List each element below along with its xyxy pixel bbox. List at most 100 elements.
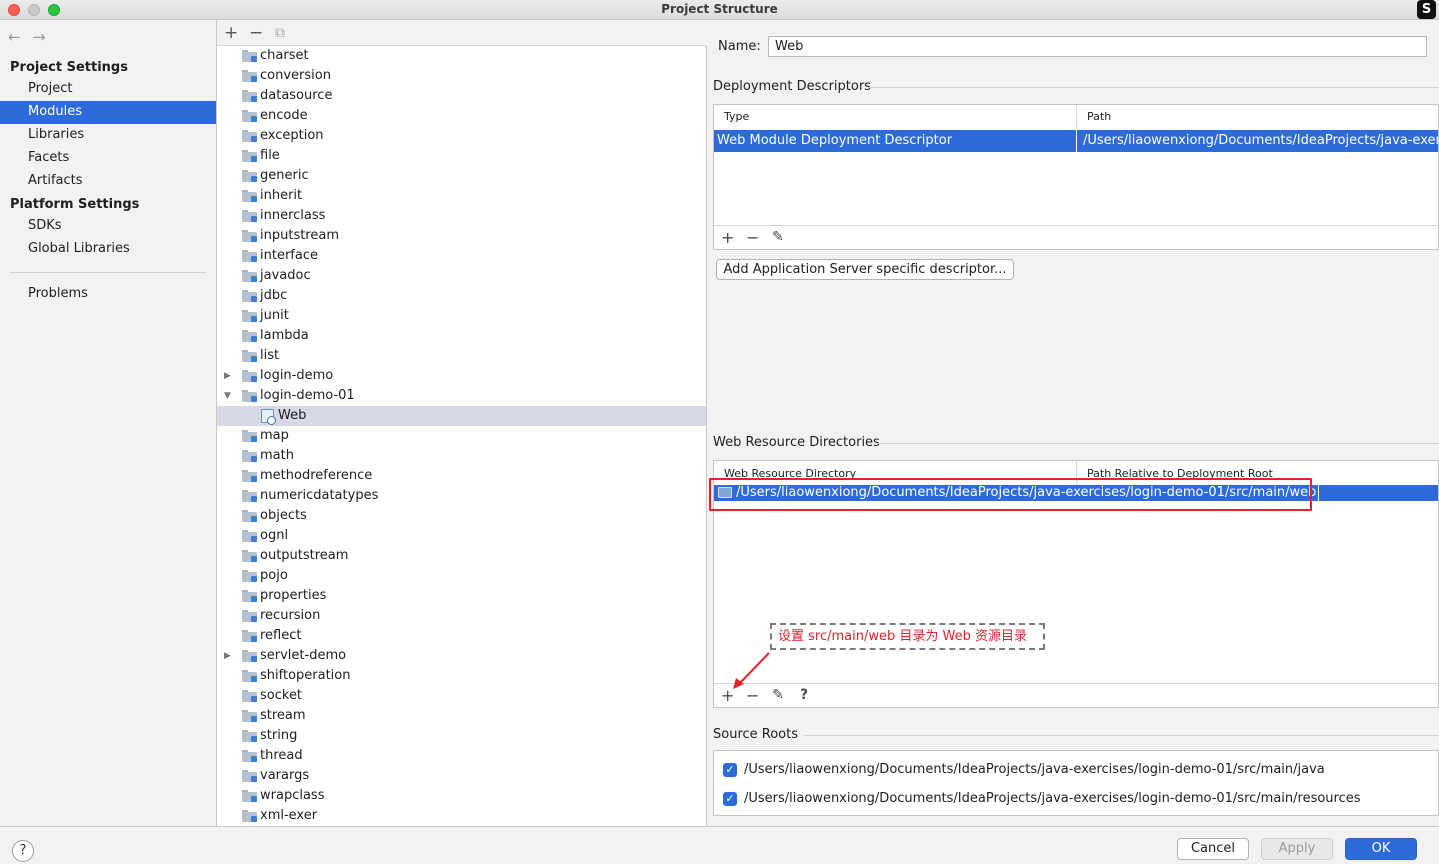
tree-row[interactable]: file: [217, 146, 706, 166]
edit-pencil-icon[interactable]: ✎: [772, 687, 784, 703]
tree-row-label: junit: [260, 308, 289, 323]
platform-settings-heading: Platform Settings: [10, 197, 140, 212]
sidebar-item-global-libraries[interactable]: Global Libraries: [0, 238, 216, 261]
remove-descriptor-icon[interactable]: −: [746, 228, 759, 247]
apply-button[interactable]: Apply: [1261, 838, 1333, 860]
sidebar-item-problems[interactable]: Problems: [0, 283, 216, 306]
copy-icon[interactable]: ⧉: [275, 25, 285, 41]
facet-name-field[interactable]: Web: [768, 36, 1427, 57]
add-server-descriptor-button[interactable]: Add Application Server specific descript…: [716, 259, 1014, 280]
tree-row[interactable]: ▶ login-demo: [217, 366, 706, 386]
sidebar-item-modules[interactable]: Modules: [0, 101, 216, 124]
collapsed-arrow-icon[interactable]: ▶: [224, 366, 231, 386]
tree-row[interactable]: wrapclass: [217, 786, 706, 806]
tree-row[interactable]: thread: [217, 746, 706, 766]
ok-button[interactable]: OK: [1345, 838, 1417, 860]
module-folder-icon: [242, 310, 257, 322]
tree-row[interactable]: string: [217, 726, 706, 746]
tree-row[interactable]: exception: [217, 126, 706, 146]
tree-row-label: recursion: [260, 608, 321, 623]
back-arrow-icon[interactable]: ←: [8, 28, 21, 46]
web-resource-directories-heading: Web Resource Directories: [713, 435, 880, 450]
forward-arrow-icon[interactable]: →: [33, 28, 46, 46]
tree-row[interactable]: ▼ login-demo-01: [217, 386, 706, 406]
app-logo-icon: S: [1417, 0, 1436, 19]
expanded-arrow-icon[interactable]: ▼: [224, 386, 231, 406]
tree-row[interactable]: Web: [217, 406, 706, 426]
module-folder-icon: [242, 210, 257, 222]
module-folder-icon: [242, 510, 257, 522]
edit-pencil-icon[interactable]: ✎: [772, 229, 784, 245]
tree-row[interactable]: encode: [217, 106, 706, 126]
collapsed-arrow-icon[interactable]: ▶: [224, 646, 231, 666]
column-header-type[interactable]: Type: [714, 105, 1076, 128]
tree-row[interactable]: generic: [217, 166, 706, 186]
tree-row[interactable]: innerclass: [217, 206, 706, 226]
tree-row[interactable]: jdbc: [217, 286, 706, 306]
settings-sidebar: ← → Project Settings Project Modules Lib…: [0, 20, 217, 826]
module-folder-icon: [242, 390, 257, 402]
add-icon[interactable]: +: [224, 23, 238, 43]
tree-row[interactable]: objects: [217, 506, 706, 526]
module-folder-icon: [242, 130, 257, 142]
tree-row[interactable]: lambda: [217, 326, 706, 346]
tree-row[interactable]: varargs: [217, 766, 706, 786]
cancel-button[interactable]: Cancel: [1177, 838, 1249, 860]
tree-row[interactable]: reflect: [217, 626, 706, 646]
column-header-path[interactable]: Path: [1077, 105, 1437, 128]
tree-row-label: generic: [260, 168, 309, 183]
tree-row[interactable]: inherit: [217, 186, 706, 206]
tree-row[interactable]: math: [217, 446, 706, 466]
tree-row[interactable]: pojo: [217, 566, 706, 586]
module-folder-icon: [242, 70, 257, 82]
sidebar-item-project[interactable]: Project: [0, 78, 216, 101]
tree-row[interactable]: xml-exer: [217, 806, 706, 826]
tree-row[interactable]: junit: [217, 306, 706, 326]
sidebar-item-sdks[interactable]: SDKs: [0, 215, 216, 238]
tree-row[interactable]: numericdatatypes: [217, 486, 706, 506]
source-root-checkbox[interactable]: ✓: [723, 763, 737, 777]
tree-row[interactable]: properties: [217, 586, 706, 606]
tree-row[interactable]: stream: [217, 706, 706, 726]
table-toolbar-divider: [714, 225, 1438, 226]
help-icon[interactable]: ?: [800, 687, 808, 703]
sidebar-item-artifacts[interactable]: Artifacts: [0, 170, 216, 193]
tree-row[interactable]: charset: [217, 46, 706, 66]
tree-row[interactable]: shiftoperation: [217, 666, 706, 686]
table-row[interactable]: Web Module Deployment Descriptor /Users/…: [714, 130, 1438, 152]
section-divider: [878, 443, 1439, 444]
tree-row[interactable]: datasource: [217, 86, 706, 106]
cell-divider: [1076, 130, 1077, 152]
module-folder-icon: [242, 50, 257, 62]
tree-row[interactable]: javadoc: [217, 266, 706, 286]
module-folder-icon: [242, 470, 257, 482]
tree-row-label: ognl: [260, 528, 289, 543]
tree-row[interactable]: recursion: [217, 606, 706, 626]
help-button[interactable]: ?: [12, 840, 34, 862]
tree-row-label: Web: [278, 408, 307, 423]
tree-row[interactable]: interface: [217, 246, 706, 266]
module-folder-icon: [242, 530, 257, 542]
sidebar-item-libraries[interactable]: Libraries: [0, 124, 216, 147]
module-folder-icon: [242, 290, 257, 302]
tree-row-label: stream: [260, 708, 306, 723]
tree-row[interactable]: socket: [217, 686, 706, 706]
tree-row[interactable]: ▶ servlet-demo: [217, 646, 706, 666]
source-root-checkbox[interactable]: ✓: [723, 792, 737, 806]
tree-row[interactable]: conversion: [217, 66, 706, 86]
tree-row-label: charset: [260, 48, 309, 63]
tree-row[interactable]: ognl: [217, 526, 706, 546]
add-descriptor-icon[interactable]: +: [721, 228, 734, 247]
tree-row[interactable]: list: [217, 346, 706, 366]
project-settings-heading: Project Settings: [10, 60, 128, 75]
tree-row-label: string: [260, 728, 298, 743]
tree-row[interactable]: inputstream: [217, 226, 706, 246]
tree-row[interactable]: map: [217, 426, 706, 446]
tree-row-label: datasource: [260, 88, 333, 103]
remove-icon[interactable]: −: [249, 23, 263, 43]
tree-row[interactable]: methodreference: [217, 466, 706, 486]
section-divider: [868, 87, 1439, 88]
tree-row[interactable]: outputstream: [217, 546, 706, 566]
sidebar-item-facets[interactable]: Facets: [0, 147, 216, 170]
section-divider: [804, 735, 1439, 736]
